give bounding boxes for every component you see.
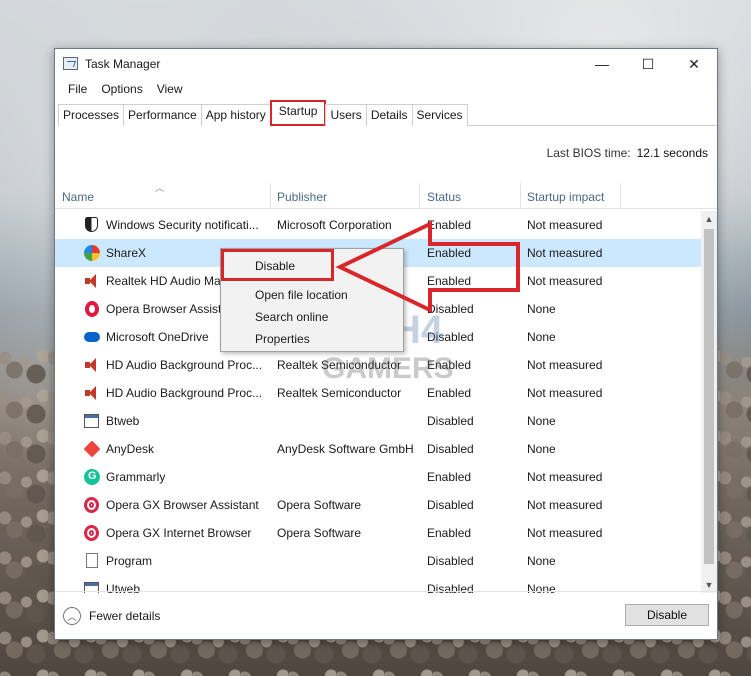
table-row[interactable]: Opera GX Internet Browser Opera Software E… [55,519,703,547]
watermark-line2: GAMERS [322,352,454,385]
row-publisher: AnyDesk Software GmbH [277,442,414,456]
maximize-button[interactable]: ☐ [625,49,671,79]
row-name: Opera GX Internet Browser [106,526,252,540]
table-row[interactable]: AnyDesk AnyDesk Software GmbH Disabled None [55,435,703,463]
table-row[interactable]: Opera GX Browser Assistant Opera Software… [55,491,703,519]
minimize-button[interactable]: — [579,49,625,79]
opera-icon [85,301,99,317]
row-name: Opera GX Browser Assistant [106,498,259,512]
row-startup-impact: Not measured [527,218,603,232]
column-publisher[interactable]: Publisher [277,190,327,204]
row-name: Program [106,554,153,568]
row-startup-impact: Not measured [527,386,603,400]
windows-security-icon [85,217,98,232]
speaker-icon [84,357,100,373]
opera-gx-icon [84,525,99,541]
menu-view[interactable]: View [150,80,190,100]
grammarly-icon [84,469,100,485]
column-status[interactable]: Status [427,190,461,204]
bios-time-label: Last BIOS time: [546,146,631,160]
speaker-icon [84,273,100,289]
title-bar[interactable]: Task Manager — ☐ ✕ [55,49,717,79]
row-startup-impact: Not measured [527,526,603,540]
row-status: Disabled [427,554,474,568]
column-divider[interactable] [270,183,271,209]
table-row[interactable]: Btweb Disabled None [55,407,703,435]
scroll-thumb[interactable] [704,229,714,564]
row-name: AnyDesk [106,442,155,456]
row-startup-impact: None [527,330,556,344]
opera-gx-icon [84,497,99,513]
menu-options[interactable]: Options [94,80,149,100]
vertical-scrollbar[interactable]: ▲ ▼ [701,211,717,593]
row-startup-impact: None [527,302,556,316]
row-name: Grammarly [106,470,166,484]
btweb-icon [84,414,99,428]
row-startup-impact: Not measured [527,274,603,288]
disable-button[interactable]: Disable [625,604,709,626]
task-manager-icon [63,57,78,70]
row-startup-impact: Not measured [527,498,603,512]
footer: ︿ Fewer details Disable [55,591,717,639]
close-button[interactable]: ✕ [671,49,717,79]
context-properties[interactable]: Properties [255,332,310,346]
row-startup-impact: Not measured [527,470,603,484]
row-publisher: Realtek Semiconductor [277,386,402,400]
row-name: HD Audio Background Proc... [106,386,263,400]
row-name: Btweb [106,414,140,428]
bios-time-value: 12.1 seconds [636,146,708,160]
row-publisher: Opera Software [277,526,362,540]
column-divider[interactable] [620,183,621,209]
sort-arrow-icon: ︿ [155,183,165,193]
window-title: Task Manager [85,57,161,71]
menu-file[interactable]: File [61,80,94,100]
sharex-icon [84,245,100,261]
tab-app-history[interactable]: App history [200,104,271,126]
column-divider[interactable] [520,183,521,209]
row-startup-impact: None [527,442,556,456]
fewer-details-link[interactable]: ︿ Fewer details [63,607,160,625]
scroll-up-icon[interactable]: ▲ [701,211,717,227]
tab-performance[interactable]: Performance [123,104,202,126]
tab-startup[interactable]: Startup [269,100,327,126]
onedrive-icon [84,332,100,342]
row-publisher: Opera Software [277,498,362,512]
column-header: ︿ Name Publisher Status Startup impact [55,183,717,209]
disable-highlight-box [221,249,334,281]
tab-users[interactable]: Users [325,104,367,126]
bios-time: Last BIOS time: 12.1 seconds [547,146,708,160]
fewer-details-label: Fewer details [89,609,161,623]
row-status: Disabled [427,414,474,428]
tab-details[interactable]: Details [365,104,413,126]
menu-bar: File Options View [55,80,717,100]
row-status: Enabled [427,386,472,400]
program-icon [86,553,98,568]
speaker-icon [84,385,100,401]
tab-processes[interactable]: Processes [58,104,125,126]
red-arrow-annotation [335,220,520,314]
context-search-online[interactable]: Search online [255,310,328,324]
row-name: HD Audio Background Proc... [106,358,263,372]
row-startup-impact: Not measured [527,246,603,260]
row-startup-impact: Not measured [527,358,603,372]
table-row[interactable]: Grammarly Enabled Not measured [55,463,703,491]
chevron-up-icon: ︿ [63,607,81,625]
tab-services[interactable]: Services [411,104,468,126]
row-name: Windows Security notificati... [106,218,259,232]
column-startup-impact[interactable]: Startup impact [527,190,604,204]
row-status: Enabled [427,526,472,540]
row-status: Enabled [427,470,472,484]
column-divider[interactable] [419,183,420,209]
row-status: Disabled [427,498,474,512]
anydesk-icon [83,440,101,458]
tab-bar: Processes Performance App history Startu… [58,100,717,126]
table-row[interactable]: Program Disabled None [55,547,703,575]
column-name[interactable]: Name [62,190,94,204]
row-startup-impact: None [527,414,556,428]
row-startup-impact: None [527,554,556,568]
row-status: Disabled [427,442,474,456]
